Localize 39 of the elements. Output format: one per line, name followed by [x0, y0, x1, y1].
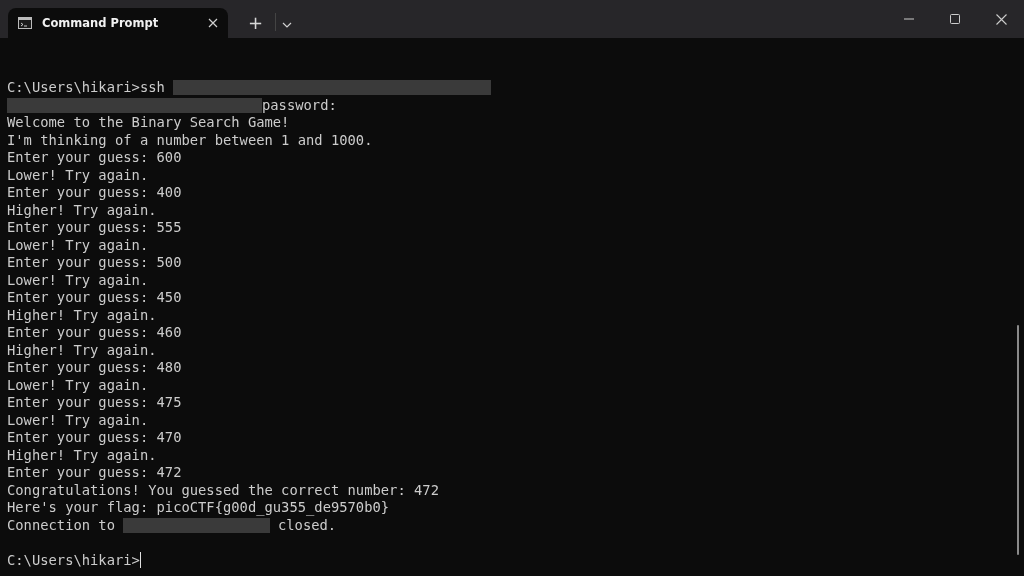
terminal-text: Enter your guess: 470 — [7, 429, 182, 447]
terminal-text: Higher! Try again. — [7, 306, 157, 324]
terminal-text: Enter your guess: 600 — [7, 149, 182, 167]
terminal-text: Lower! Try again. — [7, 166, 149, 184]
maximize-icon — [950, 14, 960, 24]
terminal-text: Welcome to the Binary Search Game! — [7, 114, 290, 132]
terminal-text: Enter your guess: 400 — [7, 184, 182, 202]
terminal-text: Enter your guess: 472 — [7, 464, 182, 482]
terminal-text: C:\Users\hikari>ssh — [7, 79, 165, 97]
terminal-text: Higher! Try again. — [7, 201, 157, 219]
terminal-text: Enter your guess: 460 — [7, 324, 182, 342]
tab-title: Command Prompt — [42, 16, 160, 30]
terminal-icon — [18, 17, 32, 29]
terminal-text: Enter your guess: 450 — [7, 289, 182, 307]
terminal-text: C:\Users\hikari> — [7, 551, 140, 569]
terminal-text: Lower! Try again. — [7, 411, 149, 429]
terminal-text: Lower! Try again. — [7, 376, 149, 394]
scrollbar[interactable] — [1017, 325, 1019, 555]
terminal-text: Lower! Try again. — [7, 236, 149, 254]
minimize-icon — [904, 18, 914, 20]
terminal-text: Connection to — [7, 516, 115, 534]
dropdown-icon[interactable] — [282, 22, 293, 28]
terminal-text: Enter your guess: 555 — [7, 219, 182, 237]
terminal-text: Congratulations! You guessed the correct number: 472 — [7, 481, 439, 499]
terminal-text: I'm thinking of a number between 1 and 1000. — [7, 131, 373, 149]
new-tab-button[interactable]: + — [242, 12, 270, 34]
close-icon — [995, 13, 1007, 25]
terminal-text: Lower! Try again. — [7, 271, 149, 289]
terminal-text: closed. — [278, 516, 337, 534]
terminal-tab[interactable]: Command Prompt — [8, 8, 228, 38]
terminal-text: Here's your flag: picoCTF{g00d_gu355_de9570b0} — [7, 499, 390, 517]
close-tab-icon[interactable] — [208, 18, 218, 28]
terminal-text: Enter your guess: 480 — [7, 359, 182, 377]
terminal-text: Higher! Try again. — [7, 341, 157, 359]
terminal-text: Higher! Try again. — [7, 446, 157, 464]
terminal-text: Enter your guess: 500 — [7, 254, 182, 272]
terminal-text: password: — [262, 96, 337, 114]
terminal-text: Enter your guess: 475 — [7, 394, 182, 412]
text-cursor — [139, 552, 142, 569]
